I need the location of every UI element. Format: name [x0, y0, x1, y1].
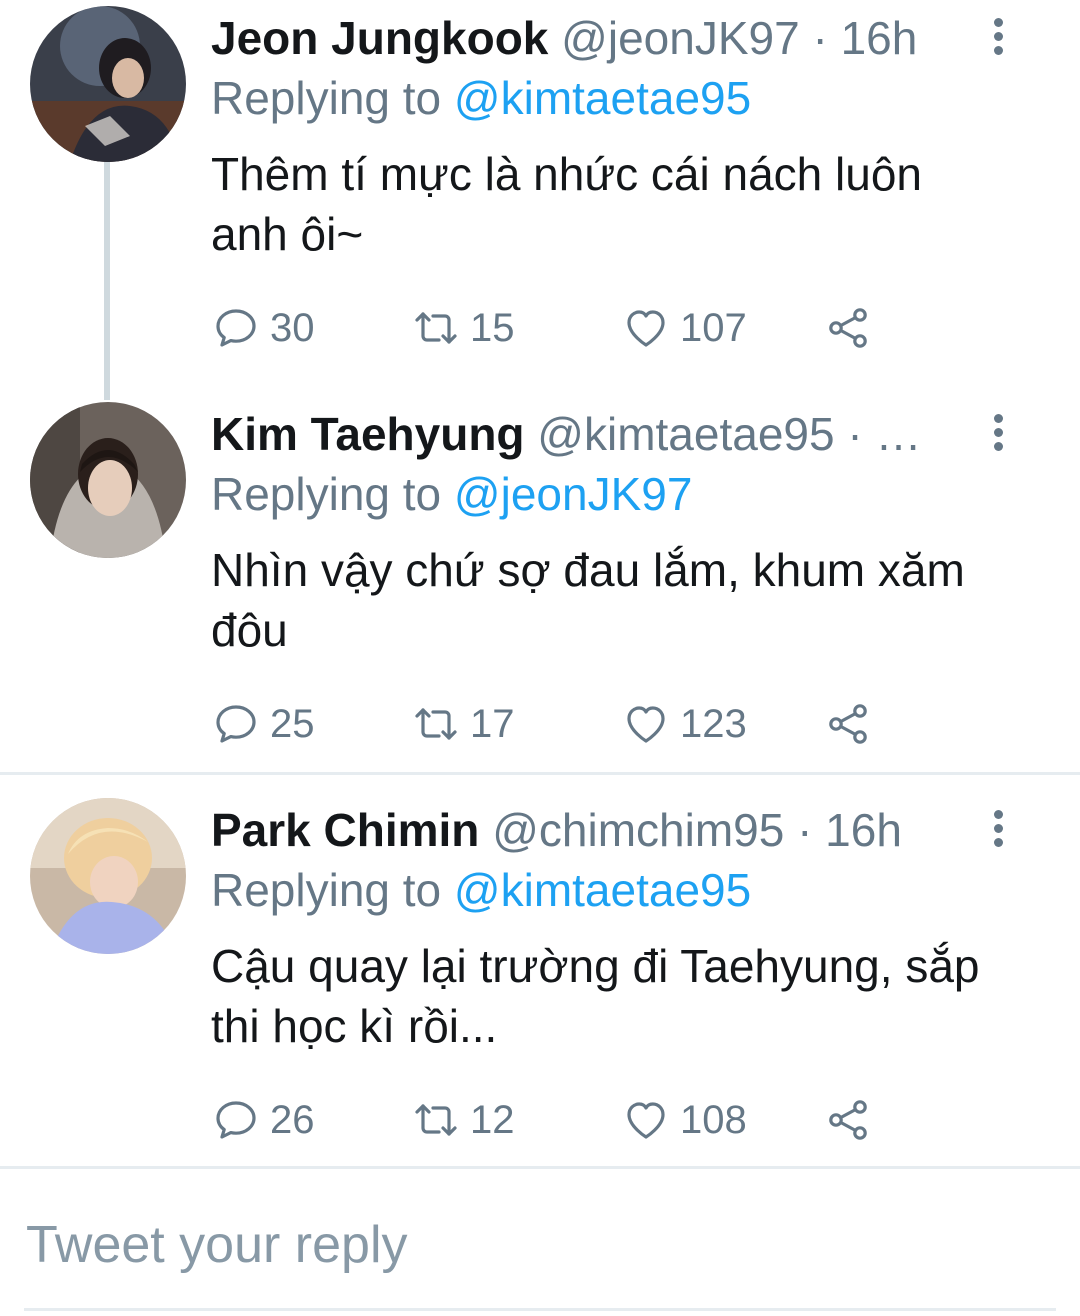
- mention-link[interactable]: @jeonJK97: [454, 468, 693, 520]
- reply-count: 30: [270, 305, 315, 350]
- handle-and-time: @jeonJK97 · 16h: [561, 12, 918, 64]
- reply-button[interactable]: 25: [212, 696, 315, 752]
- tweet-taehyung[interactable]: Kim Taehyung @kimtaetae95 · … Replying t…: [0, 396, 1080, 776]
- reply-icon: [216, 309, 256, 347]
- more-vertical-icon[interactable]: [984, 18, 1012, 58]
- retweet-count: 15: [470, 305, 515, 350]
- replying-prefix: Replying to: [211, 864, 454, 916]
- share-icon: [829, 1100, 867, 1140]
- mention-link[interactable]: @kimtaetae95: [454, 72, 751, 124]
- share-button[interactable]: [824, 1092, 872, 1148]
- tweet-chimin[interactable]: Park Chimin @chimchim95 · 16h Replying t…: [0, 792, 1080, 1172]
- reply-icon: [216, 1101, 256, 1139]
- tweet-actions: 25 17 123: [212, 696, 912, 752]
- share-icon: [829, 308, 867, 348]
- replying-to-line: Replying to @kimtaetae95: [211, 72, 751, 124]
- tweet-text: Cậu quay lại trường đi Taehyung, sắp thi…: [211, 940, 980, 1052]
- handle-and-time: @kimtaetae95 · …: [537, 408, 922, 460]
- heart-icon: [627, 706, 665, 743]
- like-button[interactable]: 123: [622, 696, 747, 752]
- more-vertical-icon[interactable]: [984, 414, 1012, 454]
- replying-to-line: Replying to @kimtaetae95: [211, 864, 751, 916]
- retweet-count: 12: [470, 1097, 515, 1142]
- replying-prefix: Replying to: [211, 72, 454, 124]
- reply-input-underline: [24, 1308, 1056, 1311]
- compose-divider: [0, 1166, 1080, 1169]
- retweet-icon: [415, 708, 457, 740]
- tweet-jungkook[interactable]: Jeon Jungkook @jeonJK97 · 16h Replying t…: [0, 0, 1080, 380]
- avatar-chimin[interactable]: [30, 798, 186, 954]
- avatar-jungkook[interactable]: [30, 6, 186, 162]
- avatar-taehyung[interactable]: [30, 402, 186, 558]
- like-button[interactable]: 108: [622, 1092, 747, 1148]
- display-name[interactable]: Park Chimin: [211, 804, 479, 856]
- share-button[interactable]: [824, 696, 872, 752]
- replying-prefix: Replying to: [211, 468, 454, 520]
- compose-reply-bar: [0, 1172, 1080, 1316]
- retweet-button[interactable]: 17: [412, 696, 515, 752]
- tweet-header: Kim Taehyung @kimtaetae95 · …: [211, 408, 921, 460]
- tweet-text: Nhìn vậy chứ sợ đau lắm, khum xăm đôu: [211, 544, 965, 656]
- like-count: 108: [680, 1097, 747, 1142]
- heart-icon: [627, 1102, 665, 1139]
- tweet-divider: [0, 772, 1080, 775]
- tweet-actions: 30 15 107: [212, 300, 912, 356]
- retweet-button[interactable]: 15: [412, 300, 515, 356]
- retweet-icon: [415, 312, 457, 344]
- tweet-header: Park Chimin @chimchim95 · 16h: [211, 804, 902, 856]
- display-name[interactable]: Jeon Jungkook: [211, 12, 548, 64]
- like-count: 107: [680, 305, 747, 350]
- retweet-icon: [415, 1104, 457, 1136]
- like-count: 123: [680, 701, 747, 746]
- reply-button[interactable]: 26: [212, 1092, 315, 1148]
- retweet-count: 17: [470, 701, 515, 746]
- reply-icon: [216, 705, 256, 743]
- reply-count: 26: [270, 1097, 315, 1142]
- handle-and-time: @chimchim95 · 16h: [492, 804, 902, 856]
- heart-icon: [627, 310, 665, 347]
- tweet-actions: 26 12 108: [212, 1092, 912, 1148]
- replying-to-line: Replying to @jeonJK97: [211, 468, 692, 520]
- like-button[interactable]: 107: [622, 300, 747, 356]
- retweet-button[interactable]: 12: [412, 1092, 515, 1148]
- reply-input[interactable]: [24, 1208, 1028, 1282]
- more-vertical-icon[interactable]: [984, 810, 1012, 850]
- tweet-header: Jeon Jungkook @jeonJK97 · 16h: [211, 12, 917, 64]
- share-icon: [829, 704, 867, 744]
- share-button[interactable]: [824, 300, 872, 356]
- tweet-text: Thêm tí mực là nhức cái nách luôn anh ôi…: [211, 148, 923, 260]
- reply-count: 25: [270, 701, 315, 746]
- mention-link[interactable]: @kimtaetae95: [454, 864, 751, 916]
- reply-button[interactable]: 30: [212, 300, 315, 356]
- display-name[interactable]: Kim Taehyung: [211, 408, 525, 460]
